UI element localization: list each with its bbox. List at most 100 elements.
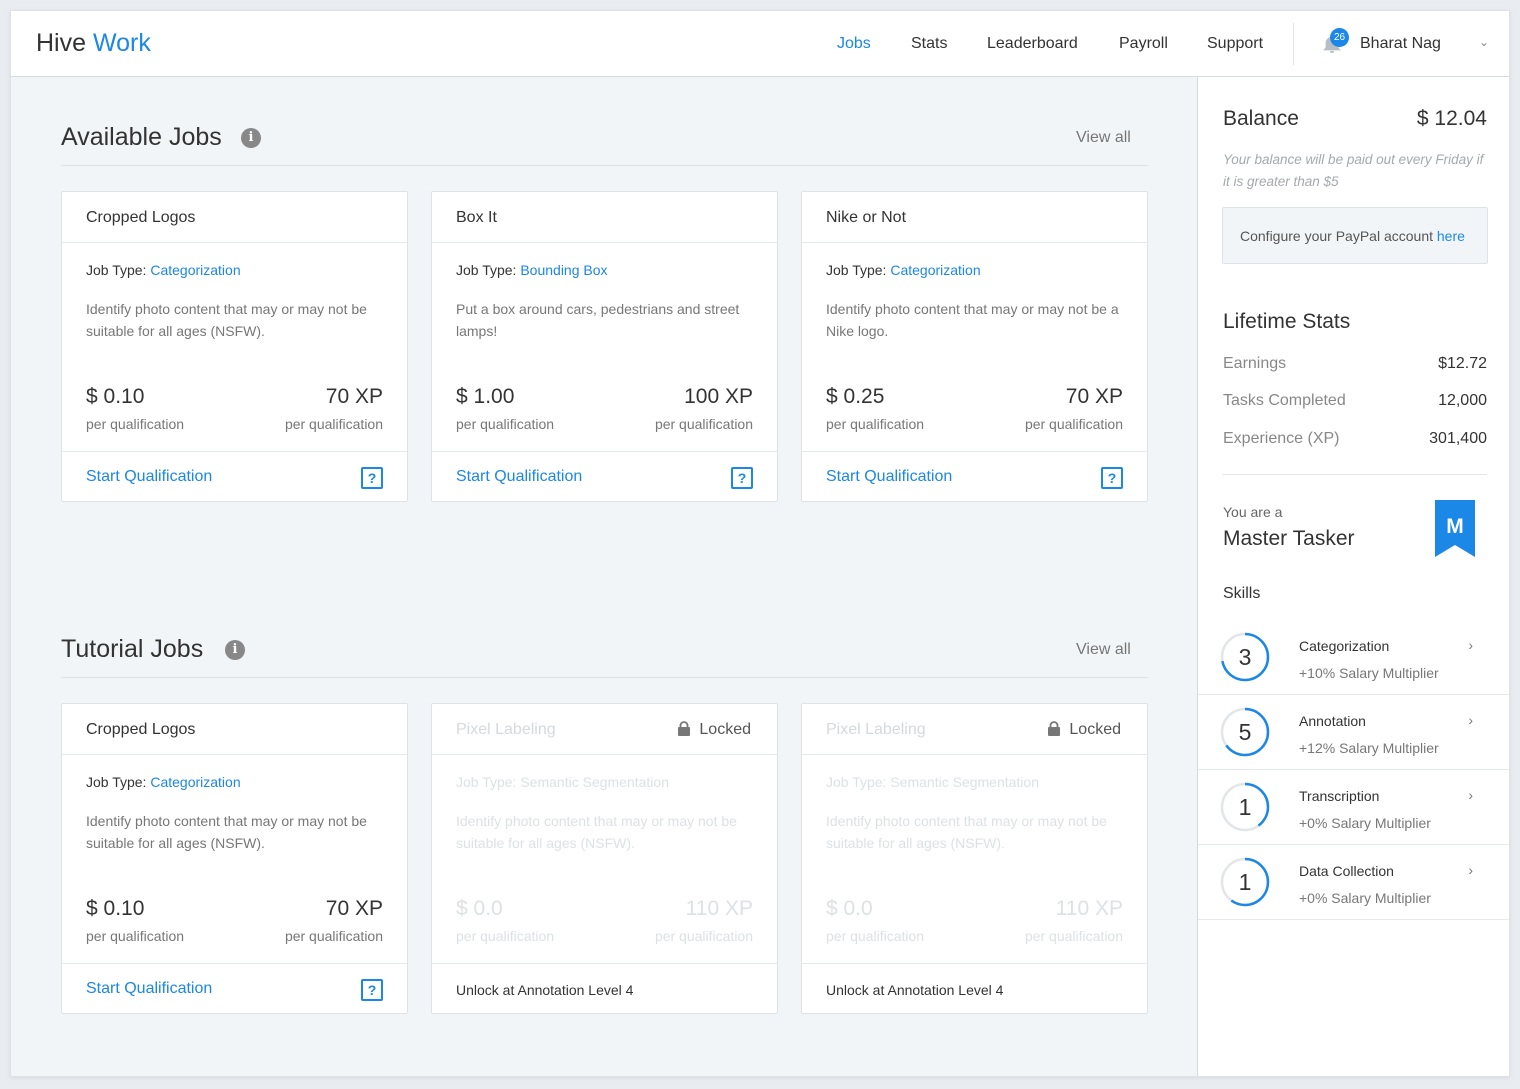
info-icon[interactable]: i [225, 640, 245, 660]
nav-payroll[interactable]: Payroll [1119, 35, 1168, 53]
stat-label: Tasks Completed [1223, 392, 1346, 409]
job-description: Identify photo content that may or may n… [86, 813, 367, 851]
start-qualification-button[interactable]: Start Qualification [86, 468, 212, 486]
help-icon[interactable]: ? [731, 467, 753, 489]
locked-job-card: Pixel Labeling Locked Job Type: Semantic… [431, 703, 778, 1014]
skill-row-annotation[interactable]: 5 Annotation +12% Salary Multiplier › [1198, 695, 1509, 770]
job-type: Job Type: Bounding Box [456, 262, 608, 278]
rank-badge-letter: M [1446, 515, 1464, 538]
user-name[interactable]: Bharat Nag [1360, 35, 1441, 53]
nav-support[interactable]: Support [1207, 35, 1263, 53]
chevron-down-icon[interactable]: ⌄ [1479, 35, 1489, 49]
job-xp: 100 XP [684, 385, 753, 408]
skill-level: 5 [1238, 719, 1252, 745]
skill-row-categorization[interactable]: 3 Categorization +10% Salary Multiplier … [1198, 620, 1509, 695]
job-type-value[interactable]: Categorization [150, 262, 240, 278]
skill-row-data-collection[interactable]: 1 Data Collection +0% Salary Multiplier … [1198, 845, 1509, 920]
section-divider [61, 165, 1148, 166]
section-divider [61, 677, 1148, 678]
help-icon[interactable]: ? [361, 467, 383, 489]
job-type: Job Type: Categorization [86, 262, 241, 278]
job-title: Nike or Not [802, 192, 1147, 243]
locked-job-card: Pixel Labeling Locked Job Type: Semantic… [801, 703, 1148, 1014]
start-qualification-button[interactable]: Start Qualification [86, 980, 212, 998]
card-footer: Unlock at Annotation Level 4 [432, 963, 777, 1013]
rank-caption: You are a [1223, 504, 1283, 520]
skill-row-transcription[interactable]: 1 Transcription +0% Salary Multiplier › [1198, 770, 1509, 845]
job-title: Pixel Labeling [456, 721, 556, 738]
start-qualification-button[interactable]: Start Qualification [826, 468, 952, 486]
chevron-right-icon[interactable]: › [1468, 862, 1473, 878]
job-card: Nike or Not Job Type: Categorization Ide… [801, 191, 1148, 502]
job-type-value[interactable]: Categorization [150, 774, 240, 790]
job-card: Cropped Logos Job Type: Categorization I… [61, 191, 408, 502]
lock-icon [678, 721, 691, 736]
job-type-label: Job Type: [826, 262, 887, 278]
card-header: Pixel Labeling Locked [432, 704, 777, 755]
job-xp: 110 XP [685, 897, 753, 920]
job-xp: 110 XP [1055, 897, 1123, 920]
job-type-value[interactable]: Bounding Box [520, 262, 607, 278]
skill-multiplier: +0% Salary Multiplier [1299, 890, 1431, 906]
paypal-here-link[interactable]: here [1437, 228, 1465, 244]
card-footer: Unlock at Annotation Level 4 [802, 963, 1147, 1013]
brand-logo[interactable]: Hive Work [36, 29, 151, 58]
right-sidebar: Balance $ 12.04 Your balance will be pai… [1197, 77, 1509, 1076]
paypal-text: Configure your PayPal account [1240, 228, 1433, 244]
job-xp: 70 XP [325, 897, 383, 920]
job-xp: 70 XP [325, 385, 383, 408]
nav-leaderboard[interactable]: Leaderboard [987, 35, 1078, 53]
chevron-right-icon[interactable]: › [1468, 712, 1473, 728]
help-icon[interactable]: ? [361, 979, 383, 1001]
job-title: Pixel Labeling [826, 721, 926, 738]
nav-divider [1293, 23, 1294, 65]
xp-caption: per qualification [654, 928, 753, 944]
rank-badge-icon: M [1435, 500, 1475, 557]
xp-caption: per qualification [1024, 928, 1123, 944]
price-caption: per qualification [826, 416, 925, 432]
sidebar-divider [1223, 474, 1487, 475]
skill-multiplier: +0% Salary Multiplier [1299, 815, 1431, 831]
available-view-all-link[interactable]: View all [1076, 129, 1131, 147]
locked-label: Locked [1069, 721, 1121, 738]
skills-title: Skills [1223, 585, 1261, 602]
card-footer: Start Qualification ? [802, 451, 1147, 501]
job-type-value[interactable]: Categorization [890, 262, 980, 278]
job-type: Job Type: Semantic Segmentation [456, 774, 669, 790]
job-title: Cropped Logos [62, 704, 407, 755]
job-price: $ 0.10 [86, 385, 145, 408]
chevron-right-icon[interactable]: › [1468, 787, 1473, 803]
job-description: Identify photo content that may or may n… [456, 813, 737, 851]
stat-label: Earnings [1223, 355, 1287, 372]
skill-name: Annotation [1299, 713, 1366, 729]
brand-accent: Work [92, 29, 151, 57]
locked-label: Locked [699, 721, 751, 738]
stat-value: 12,000 [1438, 392, 1487, 409]
price-caption: per qualification [456, 928, 555, 944]
job-description: Identify photo content that may or may n… [826, 813, 1107, 851]
lifetime-stats-title: Lifetime Stats [1223, 310, 1351, 333]
notification-badge[interactable]: 26 [1330, 28, 1349, 47]
locked-indicator: Locked [1047, 721, 1121, 739]
job-card: Cropped Logos Job Type: Categorization I… [61, 703, 408, 1014]
job-xp: 70 XP [1065, 385, 1123, 408]
tutorial-view-all-link[interactable]: View all [1076, 641, 1131, 659]
info-icon[interactable]: i [241, 128, 261, 148]
xp-caption: per qualification [1024, 416, 1123, 432]
price-caption: per qualification [86, 416, 185, 432]
start-qualification-button[interactable]: Start Qualification [456, 468, 582, 486]
job-type: Job Type: Semantic Segmentation [826, 774, 1039, 790]
help-icon[interactable]: ? [1101, 467, 1123, 489]
skill-multiplier: +10% Salary Multiplier [1299, 665, 1439, 681]
nav-stats[interactable]: Stats [911, 35, 947, 53]
top-navbar: Hive Work Jobs Stats Leaderboard Payroll… [11, 11, 1509, 77]
nav-jobs[interactable]: Jobs [837, 35, 871, 53]
chevron-right-icon[interactable]: › [1468, 637, 1473, 653]
job-description: Identify photo content that may or may n… [826, 301, 1119, 339]
price-caption: per qualification [456, 416, 555, 432]
job-description: Identify photo content that may or may n… [86, 301, 367, 339]
job-type: Job Type: Categorization [826, 262, 981, 278]
paypal-config-box: Configure your PayPal account here [1222, 207, 1488, 264]
balance-value: $ 12.04 [1416, 107, 1487, 130]
lock-icon [1048, 721, 1061, 736]
